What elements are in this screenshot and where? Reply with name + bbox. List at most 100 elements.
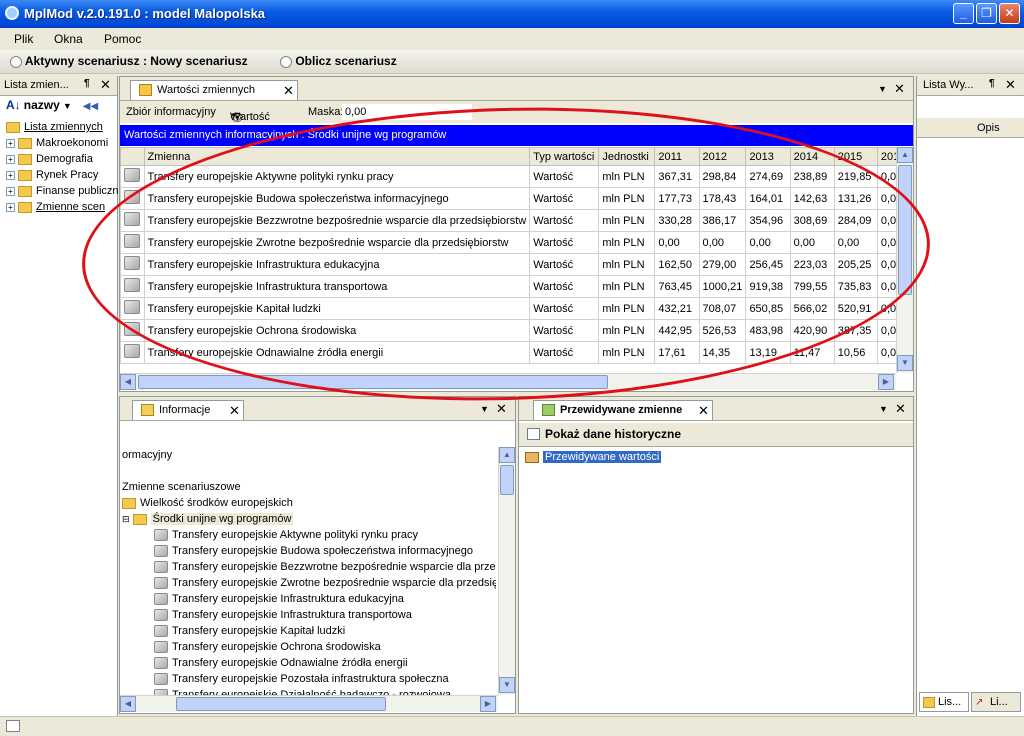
column-header[interactable]: 2012 [698, 147, 747, 166]
expand-icon[interactable]: + [6, 202, 15, 212]
table-cell[interactable]: mln PLN [598, 187, 656, 210]
table-cell[interactable]: 219,85 [833, 165, 878, 188]
table-cell[interactable]: mln PLN [598, 275, 656, 298]
grid-hscroll[interactable]: ◀ ▶ [120, 373, 896, 390]
expand-icon[interactable]: + [6, 154, 15, 164]
table-cell[interactable]: 256,45 [745, 253, 791, 276]
mask-input[interactable]: 0,00 [342, 104, 472, 120]
tab-predicted[interactable]: Przewidywane zmienne ✕ [533, 400, 713, 420]
table-cell[interactable]: 520,91 [833, 297, 878, 320]
panel-close-icon[interactable]: ✕ [894, 81, 905, 97]
table-cell[interactable]: 14,35 [698, 341, 747, 364]
info-vscroll[interactable]: ▲ ▼ [498, 447, 515, 695]
table-cell[interactable]: 284,09 [833, 209, 878, 232]
column-header[interactable]: Zmienna [143, 147, 531, 166]
scroll-right-icon[interactable]: ▶ [878, 374, 894, 390]
table-row[interactable]: Transfery europejskie Budowa społeczeńst… [120, 187, 914, 210]
bottom-tab-1[interactable]: Lis... [919, 692, 969, 712]
tree-item-zmienne[interactable]: + Zmienne scen [6, 201, 105, 213]
info-tree-item[interactable]: Transfery europejskie Odnawialne źródła … [154, 657, 408, 670]
sort-dropdown[interactable]: A↓ nazwy ▼ ◀◀ [6, 98, 106, 118]
table-cell[interactable]: mln PLN [598, 341, 656, 364]
compute-scenario-button[interactable]: Oblicz scenariusz [280, 54, 397, 68]
set-dropdown[interactable]: Zbiór informacyjny [126, 106, 216, 118]
table-cell[interactable]: 0,00 [789, 231, 835, 254]
expand-icon[interactable]: + [6, 170, 15, 180]
table-cell[interactable]: Transfery europejskie Infrastruktura edu… [143, 253, 531, 276]
table-cell[interactable]: 763,45 [654, 275, 700, 298]
maximize-button[interactable]: ❐ [976, 3, 997, 24]
minimize-button[interactable]: _ [953, 3, 974, 24]
expand-icon[interactable]: + [6, 186, 15, 196]
table-cell[interactable]: 387,35 [833, 319, 878, 342]
info-tree-item[interactable]: Transfery europejskie Aktywne polityki r… [154, 529, 418, 542]
table-row[interactable]: Transfery europejskie Infrastruktura tra… [120, 275, 914, 298]
menu-pomoc[interactable]: Pomoc [104, 32, 141, 46]
table-cell[interactable]: 142,63 [789, 187, 835, 210]
table-cell[interactable]: mln PLN [598, 319, 656, 342]
table-cell[interactable]: 0,00 [698, 231, 747, 254]
table-cell[interactable]: mln PLN [598, 297, 656, 320]
table-cell[interactable]: 205,25 [833, 253, 878, 276]
scroll-right-icon[interactable]: ▶ [480, 696, 496, 712]
table-cell[interactable]: mln PLN [598, 165, 656, 188]
tree-item-demografia[interactable]: + Demografia [6, 153, 93, 165]
table-cell[interactable]: 298,84 [698, 165, 747, 188]
table-cell[interactable]: 11,47 [789, 341, 835, 364]
table-row[interactable]: Transfery europejskie Kapitał ludzki Wart… [120, 297, 914, 320]
table-cell[interactable]: 13,19 [745, 341, 791, 364]
table-cell[interactable]: Wartość [529, 297, 600, 320]
predicted-values-item[interactable]: Przewidywane wartości [525, 451, 662, 463]
info-tree-folder[interactable]: Wielkość środków europejskich [122, 497, 293, 509]
scroll-left-icon[interactable]: ◀ [120, 374, 136, 390]
table-cell[interactable]: 0,00 [654, 231, 700, 254]
table-row[interactable]: Transfery europejskie Zwrotne bezpośredn… [120, 231, 914, 254]
active-scenario-button[interactable]: Aktywny scenariusz : Nowy scenariusz [10, 54, 248, 68]
table-cell[interactable]: 330,28 [654, 209, 700, 232]
table-cell[interactable]: 354,96 [745, 209, 791, 232]
table-cell[interactable]: 279,00 [698, 253, 747, 276]
info-tree-item[interactable]: Transfery europejskie Infrastruktura edu… [154, 593, 404, 606]
info-tree-item[interactable]: Transfery europejskie Ochrona środowiska [154, 641, 381, 654]
scroll-up-icon[interactable]: ▲ [499, 447, 515, 463]
table-cell[interactable]: Transfery europejskie Budowa społeczeńst… [143, 187, 531, 210]
table-cell[interactable]: 17,61 [654, 341, 700, 364]
info-tree-root[interactable]: ormacyjny [122, 449, 172, 461]
info-tree-item[interactable]: Transfery europejskie Infrastruktura tra… [154, 609, 412, 622]
table-cell[interactable]: 799,55 [789, 275, 835, 298]
table-cell[interactable]: Wartość [529, 253, 600, 276]
grid-vscroll[interactable]: ▲ ▼ [896, 147, 913, 373]
table-cell[interactable]: Transfery europejskie Kapitał ludzki [143, 297, 531, 320]
table-row[interactable]: Transfery europejskie Bezzwrotne bezpośr… [120, 209, 914, 232]
table-cell[interactable]: Wartość [529, 341, 600, 364]
table-cell[interactable]: Wartość [529, 187, 600, 210]
pin-icon[interactable]: ¶ [84, 78, 90, 89]
tree-item-rynek[interactable]: + Rynek Pracy [6, 169, 98, 181]
tree-item-makro[interactable]: + Makroekonomi [6, 137, 108, 149]
table-cell[interactable]: Transfery europejskie Bezzwrotne bezpośr… [143, 209, 531, 232]
table-row[interactable]: Transfery europejskie Odnawialne źródła … [120, 341, 914, 364]
panel-close-icon[interactable]: ✕ [895, 401, 906, 417]
tab-close-icon[interactable]: ✕ [283, 83, 294, 99]
scroll-up-icon[interactable]: ▲ [897, 147, 913, 163]
info-tree-item[interactable]: Transfery europejskie Kapitał ludzki [154, 625, 345, 638]
collapse-icon[interactable]: ◀◀ [83, 101, 98, 112]
table-row[interactable]: Transfery europejskie Infrastruktura edu… [120, 253, 914, 276]
scroll-thumb[interactable] [500, 465, 514, 495]
column-header[interactable]: 2013 [745, 147, 791, 166]
table-cell[interactable]: 274,69 [745, 165, 791, 188]
table-cell[interactable]: 735,83 [833, 275, 878, 298]
column-header[interactable]: 2015 [833, 147, 878, 166]
table-cell[interactable]: Wartość [529, 165, 600, 188]
table-cell[interactable]: 432,21 [654, 297, 700, 320]
tree-root[interactable]: Lista zmiennych [6, 121, 103, 133]
tab-close-icon[interactable]: ✕ [229, 403, 240, 419]
table-cell[interactable]: Transfery europejskie Infrastruktura tra… [143, 275, 531, 298]
table-cell[interactable]: mln PLN [598, 253, 656, 276]
table-cell[interactable]: Wartość [529, 209, 600, 232]
table-cell[interactable]: 566,02 [789, 297, 835, 320]
menu-plik[interactable]: Plik [14, 32, 33, 46]
scroll-left-icon[interactable]: ◀ [120, 696, 136, 712]
table-cell[interactable]: 10,56 [833, 341, 878, 364]
table-cell[interactable]: Wartość [529, 319, 600, 342]
